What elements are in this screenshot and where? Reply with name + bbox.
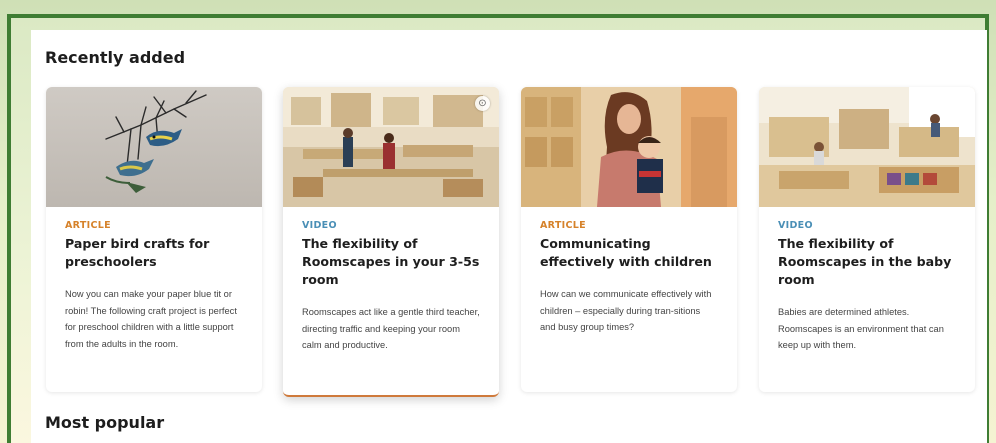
card-thumbnail: ⊙: [283, 87, 499, 207]
card-thumbnail: [46, 87, 262, 207]
card-paper-bird-crafts[interactable]: ARTICLE Paper bird crafts for preschoole…: [46, 87, 262, 392]
card-type-label: VIDEO: [778, 220, 813, 231]
card-title[interactable]: Communicating effectively with children: [540, 235, 718, 271]
card-description: Now you can make your paper blue tit or …: [65, 289, 237, 349]
card-roomscapes-baby-room[interactable]: VIDEO The flexibility of Roomscapes in t…: [759, 87, 975, 392]
classroom-3-5s-image: [283, 87, 499, 207]
card-thumbnail: [521, 87, 737, 207]
card-communicating-effectively[interactable]: ARTICLE Communicating effectively with c…: [521, 87, 737, 392]
card-description: Babies are determined athletes. Roomscap…: [778, 307, 944, 351]
card-title[interactable]: Paper bird crafts for preschoolers: [65, 235, 243, 271]
teacher-with-child-image: [521, 87, 737, 207]
recently-added-heading: Recently added: [45, 48, 186, 67]
content-panel: Recently added ARTICLE Paper bird crafts…: [31, 30, 987, 443]
baby-room-image: [759, 87, 975, 207]
card-description: Roomscapes act like a gentle third teach…: [302, 307, 480, 351]
card-thumbnail: [759, 87, 975, 207]
expand-icon[interactable]: ⊙: [475, 96, 490, 111]
card-type-label: VIDEO: [302, 220, 337, 231]
card-description: How can we communicate effectively with …: [540, 289, 712, 333]
card-title[interactable]: The flexibility of Roomscapes in your 3-…: [302, 235, 480, 289]
card-type-label: ARTICLE: [540, 220, 586, 231]
paper-birds-mobile-image: [46, 87, 262, 207]
card-roomscapes-3-5s[interactable]: ⊙ VIDEO The flexibility of Roomscapes in…: [283, 87, 499, 397]
card-title[interactable]: The flexibility of Roomscapes in the bab…: [778, 235, 956, 289]
card-type-label: ARTICLE: [65, 220, 111, 231]
most-popular-heading: Most popular: [45, 413, 165, 432]
